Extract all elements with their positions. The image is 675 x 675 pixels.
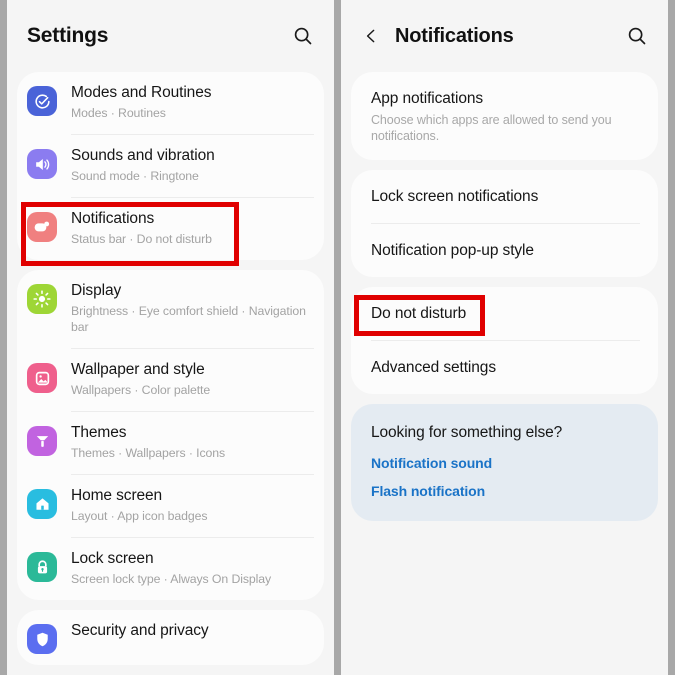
right-edge xyxy=(668,0,675,675)
row-text: Sounds and vibration Sound mode · Ringto… xyxy=(71,146,310,186)
list-item-lock-screen-notifications[interactable]: Lock screen notifications xyxy=(351,170,658,223)
speaker-icon xyxy=(27,149,57,179)
row-title: Wallpaper and style xyxy=(71,361,205,378)
settings-group-1: Modes and Routines Modes · Routines Soun… xyxy=(17,72,324,260)
list-item-advanced-settings[interactable]: Advanced settings xyxy=(351,341,658,394)
row-title: Lock screen notifications xyxy=(371,188,539,205)
row-text: Display Brightness · Eye comfort shield … xyxy=(71,281,310,337)
notifications-group-2: Lock screen notifications Notification p… xyxy=(351,170,658,277)
sidebar-item-notifications[interactable]: Notifications Status bar · Do not distur… xyxy=(17,198,324,260)
notifications-panel: Notifications App notifications Choose w… xyxy=(341,0,668,675)
row-text: Lock screen Screen lock type · Always On… xyxy=(71,549,310,589)
themes-icon xyxy=(27,426,57,456)
list-item-app-notifications[interactable]: App notifications Choose which apps are … xyxy=(351,72,658,160)
row-subtitle: Status bar · Do not disturb xyxy=(71,232,212,246)
row-title: Themes xyxy=(71,424,127,441)
row-text: Security and privacy xyxy=(71,621,310,643)
row-text: Wallpaper and style Wallpapers · Color p… xyxy=(71,360,310,400)
list-item-notification-pop-up-style[interactable]: Notification pop-up style xyxy=(351,224,658,277)
panel-divider xyxy=(334,0,341,675)
looking-for-something-else-card: Looking for something else? Notification… xyxy=(351,404,658,521)
modes-routines-icon xyxy=(27,86,57,116)
row-subtitle: Sound mode · Ringtone xyxy=(71,169,199,183)
row-subtitle: Themes · Wallpapers · Icons xyxy=(71,446,226,460)
row-title: Sounds and vibration xyxy=(71,147,215,164)
row-title: Security and privacy xyxy=(71,622,209,639)
row-title: App notifications xyxy=(371,90,484,107)
row-title: Lock screen xyxy=(71,550,154,567)
sidebar-item-security-and-privacy[interactable]: Security and privacy xyxy=(17,610,324,665)
sidebar-item-display[interactable]: Display Brightness · Eye comfort shield … xyxy=(17,270,324,348)
sidebar-item-sounds-and-vibration[interactable]: Sounds and vibration Sound mode · Ringto… xyxy=(17,135,324,197)
notifications-list[interactable]: App notifications Choose which apps are … xyxy=(341,72,668,675)
notifications-group-3: Do not disturb Advanced settings xyxy=(351,287,658,394)
list-item-do-not-disturb[interactable]: Do not disturb xyxy=(351,287,658,340)
row-text: Home screen Layout · App icon badges xyxy=(71,486,310,526)
row-title: Advanced settings xyxy=(371,359,496,376)
wallpaper-icon xyxy=(27,363,57,393)
link-notification-sound[interactable]: Notification sound xyxy=(371,454,638,473)
row-title: Modes and Routines xyxy=(71,84,212,101)
page-title: Settings xyxy=(27,24,109,47)
notifications-header: Notifications xyxy=(341,0,668,72)
row-title: Display xyxy=(71,282,122,299)
row-title: Notification pop-up style xyxy=(371,242,534,259)
sidebar-item-themes[interactable]: Themes Themes · Wallpapers · Icons xyxy=(17,412,324,474)
row-title: Home screen xyxy=(71,487,163,504)
row-subtitle: Choose which apps are allowed to send yo… xyxy=(371,113,612,143)
screenshot-root: Settings Modes and Routines Modes · Rout… xyxy=(0,0,675,675)
settings-header: Settings xyxy=(7,0,334,72)
settings-panel: Settings Modes and Routines Modes · Rout… xyxy=(7,0,334,675)
row-title: Do not disturb xyxy=(371,305,467,322)
sidebar-item-wallpaper-and-style[interactable]: Wallpaper and style Wallpapers · Color p… xyxy=(17,349,324,411)
row-text: Notifications Status bar · Do not distur… xyxy=(71,209,310,249)
row-text: Modes and Routines Modes · Routines xyxy=(71,83,310,123)
shield-icon xyxy=(27,624,57,654)
row-subtitle: Wallpapers · Color palette xyxy=(71,383,211,397)
notifications-group-1: App notifications Choose which apps are … xyxy=(351,72,658,160)
search-icon[interactable] xyxy=(290,23,316,49)
home-icon xyxy=(27,489,57,519)
sidebar-item-modes-and-routines[interactable]: Modes and Routines Modes · Routines xyxy=(17,72,324,134)
row-text: Themes Themes · Wallpapers · Icons xyxy=(71,423,310,463)
chevron-left-icon[interactable] xyxy=(361,25,381,47)
notifications-icon xyxy=(27,212,57,242)
page-title: Notifications xyxy=(395,24,514,47)
row-subtitle: Brightness · Eye comfort shield · Naviga… xyxy=(71,304,306,334)
brightness-icon xyxy=(27,284,57,314)
row-title: Notifications xyxy=(71,210,155,227)
search-icon[interactable] xyxy=(624,23,650,49)
settings-group-3: Security and privacy xyxy=(17,610,324,665)
row-subtitle: Modes · Routines xyxy=(71,106,166,120)
row-subtitle: Layout · App icon badges xyxy=(71,509,208,523)
link-flash-notification[interactable]: Flash notification xyxy=(371,482,638,501)
settings-list[interactable]: Modes and Routines Modes · Routines Soun… xyxy=(7,72,334,675)
settings-group-2: Display Brightness · Eye comfort shield … xyxy=(17,270,324,600)
lock-icon xyxy=(27,552,57,582)
tip-title: Looking for something else? xyxy=(371,424,563,441)
sidebar-item-lock-screen[interactable]: Lock screen Screen lock type · Always On… xyxy=(17,538,324,600)
row-subtitle: Screen lock type · Always On Display xyxy=(71,572,272,586)
sidebar-item-home-screen[interactable]: Home screen Layout · App icon badges xyxy=(17,475,324,537)
